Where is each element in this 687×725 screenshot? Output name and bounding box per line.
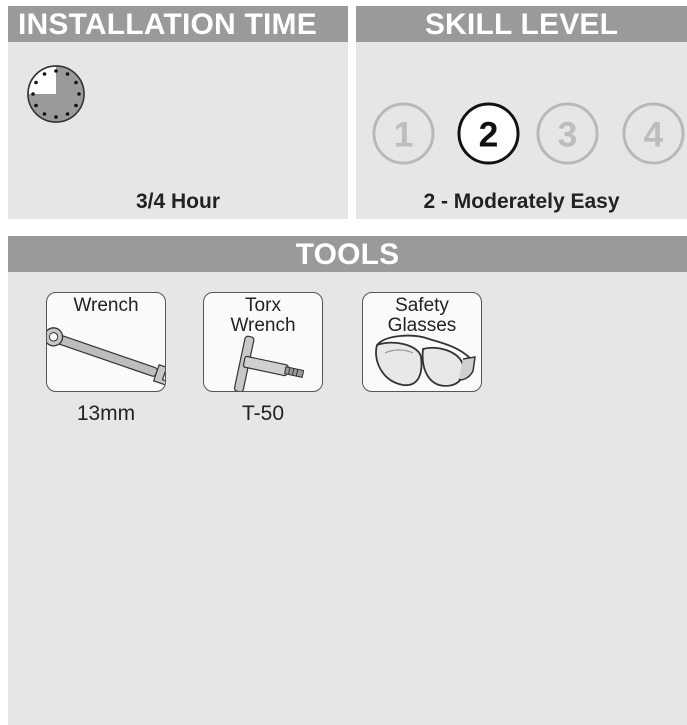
tool-card-safety-glasses: Safety Glasses — [362, 292, 482, 392]
skill-level-4-label: 4 — [644, 114, 664, 154]
tool-spec-torx-wrench: T-50 — [241, 402, 285, 425]
skill-level-caption: 2 - Moderately Easy — [423, 190, 620, 213]
tool-card-wrench: Wrench — [46, 292, 166, 392]
skill-level-panel: SKILL LEVEL 1 2 3 4 2 - Moderately Easy — [356, 6, 687, 219]
installation-time-header: INSTALLATION TIME — [8, 6, 348, 42]
skill-level-2-label: 2 — [479, 114, 499, 154]
installation-time-value: 3/4 Hour — [135, 190, 221, 213]
tool-spec-wrench: 13mm — [76, 402, 136, 425]
skill-level-1-circle: 1 — [372, 102, 435, 165]
skill-level-header: SKILL LEVEL — [356, 6, 687, 42]
clock-icon — [27, 65, 85, 123]
skill-level-3-circle: 3 — [536, 102, 599, 165]
installation-time-panel: INSTALLATION TIME 3/4 Hour — [8, 6, 348, 219]
skill-level-4-circle: 4 — [622, 102, 685, 165]
skill-level-1-label: 1 — [394, 114, 414, 154]
torx-t-handle-icon — [233, 335, 305, 391]
safety-glasses-icon — [375, 334, 476, 387]
combination-wrench-icon — [47, 327, 165, 387]
skill-level-3-label: 3 — [558, 114, 578, 154]
tool-card-torx-wrench: Torx Wrench — [203, 292, 323, 392]
tools-header: TOOLS — [8, 236, 687, 272]
skill-level-2-circle: 2 — [457, 102, 520, 165]
